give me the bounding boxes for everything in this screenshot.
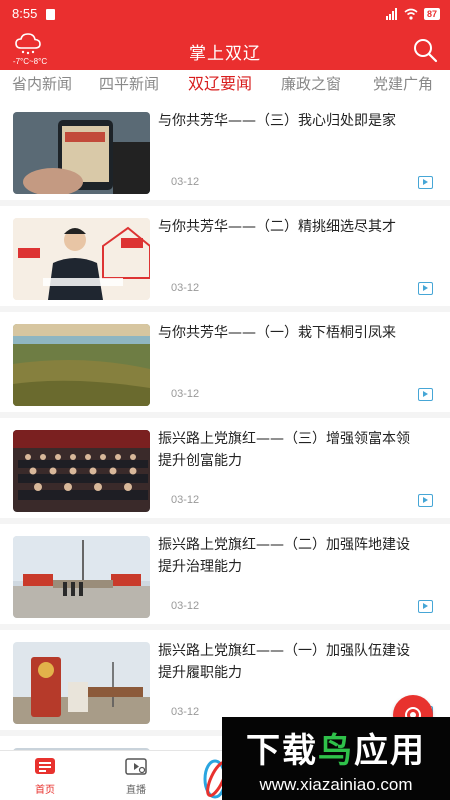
video-play-icon bbox=[418, 494, 433, 507]
news-title: 与你共芳华——（一）栽下梧桐引凤来 bbox=[158, 325, 396, 341]
news-thumbnail bbox=[13, 430, 150, 512]
news-date: 03-12 bbox=[171, 388, 200, 400]
news-date: 03-12 bbox=[171, 176, 200, 188]
tab-siping-news[interactable]: 四平新闻 bbox=[84, 70, 174, 100]
news-date: 03-12 bbox=[171, 494, 200, 506]
tab-shuangliao-news[interactable]: 双辽要闻 bbox=[174, 70, 266, 100]
news-date: 03-12 bbox=[171, 600, 200, 612]
news-date: 03-12 bbox=[171, 706, 200, 718]
news-item[interactable]: 振兴路上党旗红——（一）加强队伍建设 提升履职能力 03-12 bbox=[0, 630, 450, 730]
watermark-title-part2: 鸟 bbox=[318, 731, 354, 771]
news-item[interactable]: 与你共芳华——（一）栽下梧桐引凤来 03-12 bbox=[0, 312, 450, 412]
video-play-icon bbox=[418, 282, 433, 295]
news-title: 与你共芳华——（二）精挑细选尽其才 bbox=[158, 219, 396, 235]
watermark-title-part3: 应用 bbox=[354, 731, 426, 771]
watermark-title: 下载鸟应用 bbox=[222, 723, 450, 772]
search-icon[interactable] bbox=[412, 37, 438, 63]
watermark-title-part1: 下载 bbox=[246, 731, 318, 771]
news-item[interactable]: 与你共芳华——（三）我心归处即是家 03-12 bbox=[0, 100, 450, 200]
video-play-icon bbox=[418, 176, 433, 189]
tab-party-building[interactable]: 党建广角 bbox=[356, 70, 450, 100]
battery-icon: 87 bbox=[423, 8, 440, 20]
nav-home-label: 首页 bbox=[35, 785, 55, 796]
video-play-icon bbox=[418, 388, 433, 401]
news-title: 振兴路上党旗红——（一）加强队伍建设 提升履职能力 bbox=[158, 643, 410, 681]
news-title: 振兴路上党旗红——（三）增强领富本领 提升创富能力 bbox=[158, 431, 410, 469]
home-news-icon bbox=[35, 758, 55, 774]
news-title: 振兴路上党旗红——（二）加强阵地建设 提升治理能力 bbox=[158, 537, 410, 575]
category-tabs: 省内新闻 四平新闻 双辽要闻 廉政之窗 党建广角 bbox=[0, 70, 450, 100]
watermark-url: www.xiazainiao.com bbox=[259, 775, 413, 794]
tab-integrity-window[interactable]: 廉政之窗 bbox=[266, 70, 356, 100]
signal-icon bbox=[385, 8, 397, 20]
app-header: -7°C~8°C 掌上双辽 bbox=[0, 30, 450, 70]
news-list: 与你共芳华——（三）我心归处即是家 03-12 与你共芳华——（二）精挑细选尽其… bbox=[0, 100, 450, 750]
news-date: 03-12 bbox=[171, 282, 200, 294]
nav-live[interactable]: 直播 bbox=[106, 756, 166, 796]
app-title: 掌上双辽 bbox=[189, 44, 261, 64]
news-item[interactable]: 振兴路上党旗红——（三）增强领富本领 提升创富能力 03-12 bbox=[0, 418, 450, 518]
news-thumbnail bbox=[13, 642, 150, 724]
status-time: 8:55 bbox=[12, 6, 38, 21]
news-thumbnail bbox=[13, 324, 150, 406]
live-tv-icon bbox=[125, 758, 147, 775]
news-item[interactable]: 与你共芳华——（二）精挑细选尽其才 03-12 bbox=[0, 206, 450, 306]
video-play-icon bbox=[418, 600, 433, 613]
watermark-overlay: 下载鸟应用 www.xiazainiao.com bbox=[222, 717, 450, 800]
news-thumbnail bbox=[13, 218, 150, 300]
news-thumbnail bbox=[13, 112, 150, 194]
status-bar: 8:55 87 bbox=[0, 0, 450, 30]
news-thumbnail bbox=[13, 536, 150, 618]
news-title: 与你共芳华——（三）我心归处即是家 bbox=[158, 113, 396, 129]
nav-live-label: 直播 bbox=[126, 785, 146, 796]
tab-province-news[interactable]: 省内新闻 bbox=[0, 70, 84, 100]
nav-home[interactable]: 首页 bbox=[15, 756, 75, 796]
news-item[interactable]: 振兴路上党旗红——（二）加强阵地建设 提升治理能力 03-12 bbox=[0, 524, 450, 624]
sim-icon bbox=[46, 9, 55, 20]
wifi-icon bbox=[404, 8, 418, 20]
status-indicators: 87 bbox=[385, 8, 440, 20]
